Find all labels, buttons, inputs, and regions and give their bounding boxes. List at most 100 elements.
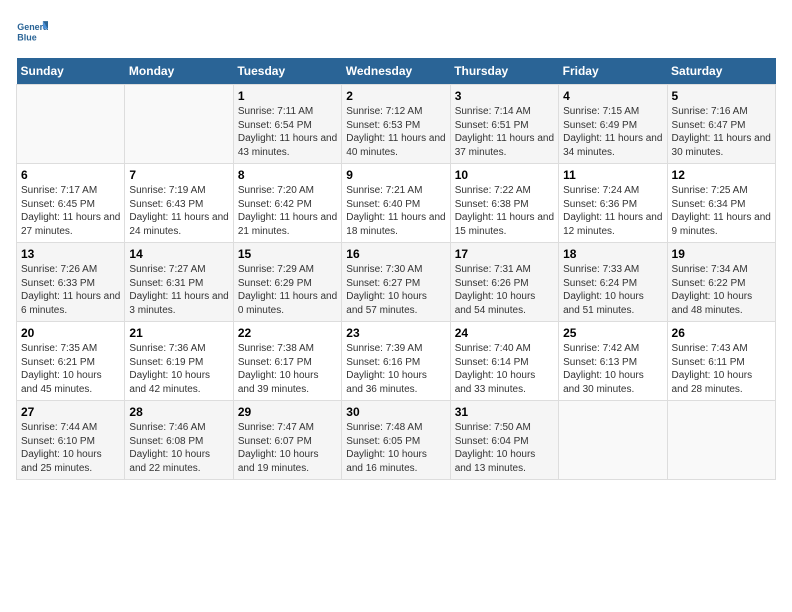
calendar-week-2: 6 Sunrise: 7:17 AMSunset: 6:45 PMDaylight… bbox=[17, 164, 776, 243]
day-number: 25 bbox=[563, 326, 662, 340]
day-number: 27 bbox=[21, 405, 120, 419]
calendar-cell: 6 Sunrise: 7:17 AMSunset: 6:45 PMDaylight… bbox=[17, 164, 125, 243]
day-info: Sunrise: 7:16 AMSunset: 6:47 PMDaylight:… bbox=[672, 105, 771, 159]
calendar-cell: 17 Sunrise: 7:31 AMSunset: 6:26 PMDayligh… bbox=[450, 243, 558, 322]
day-info: Sunrise: 7:44 AMSunset: 6:10 PMDaylight:… bbox=[21, 421, 120, 475]
day-number: 8 bbox=[238, 168, 337, 182]
calendar-cell: 2 Sunrise: 7:12 AMSunset: 6:53 PMDaylight… bbox=[342, 85, 450, 164]
day-number: 10 bbox=[455, 168, 554, 182]
day-number: 23 bbox=[346, 326, 445, 340]
day-number: 24 bbox=[455, 326, 554, 340]
calendar-cell: 5 Sunrise: 7:16 AMSunset: 6:47 PMDaylight… bbox=[667, 85, 775, 164]
calendar-cell bbox=[125, 85, 233, 164]
day-number: 9 bbox=[346, 168, 445, 182]
day-info: Sunrise: 7:31 AMSunset: 6:26 PMDaylight:… bbox=[455, 263, 554, 317]
day-info: Sunrise: 7:24 AMSunset: 6:36 PMDaylight:… bbox=[563, 184, 662, 238]
day-number: 3 bbox=[455, 89, 554, 103]
calendar-cell: 3 Sunrise: 7:14 AMSunset: 6:51 PMDaylight… bbox=[450, 85, 558, 164]
weekday-header-row: SundayMondayTuesdayWednesdayThursdayFrid… bbox=[17, 58, 776, 85]
day-info: Sunrise: 7:36 AMSunset: 6:19 PMDaylight:… bbox=[129, 342, 228, 396]
calendar-header: SundayMondayTuesdayWednesdayThursdayFrid… bbox=[17, 58, 776, 85]
day-number: 20 bbox=[21, 326, 120, 340]
calendar-cell: 19Sunrise: 7:34 AMSunset: 6:22 PMDayligh… bbox=[667, 243, 775, 322]
day-info: Sunrise: 7:22 AMSunset: 6:38 PMDaylight:… bbox=[455, 184, 554, 238]
calendar-cell: 9 Sunrise: 7:21 AMSunset: 6:40 PMDaylight… bbox=[342, 164, 450, 243]
svg-text:Blue: Blue bbox=[17, 32, 36, 42]
day-number: 14 bbox=[129, 247, 228, 261]
calendar-cell: 26 Sunrise: 7:43 AMSunset: 6:11 PMDayligh… bbox=[667, 322, 775, 401]
day-number: 13 bbox=[21, 247, 120, 261]
calendar-cell: 16 Sunrise: 7:30 AMSunset: 6:27 PMDayligh… bbox=[342, 243, 450, 322]
day-info: Sunrise: 7:29 AMSunset: 6:29 PMDaylight:… bbox=[238, 263, 337, 317]
day-number: 6 bbox=[21, 168, 120, 182]
day-info: Sunrise: 7:11 AMSunset: 6:54 PMDaylight:… bbox=[238, 105, 337, 159]
weekday-tuesday: Tuesday bbox=[233, 58, 341, 85]
day-info: Sunrise: 7:35 AMSunset: 6:21 PMDaylight:… bbox=[21, 342, 120, 396]
calendar-cell: 29 Sunrise: 7:47 AMSunset: 6:07 PMDayligh… bbox=[233, 401, 341, 480]
calendar-cell: 30Sunrise: 7:48 AMSunset: 6:05 PMDayligh… bbox=[342, 401, 450, 480]
day-info: Sunrise: 7:12 AMSunset: 6:53 PMDaylight:… bbox=[346, 105, 445, 159]
day-info: Sunrise: 7:46 AMSunset: 6:08 PMDaylight:… bbox=[129, 421, 228, 475]
day-info: Sunrise: 7:14 AMSunset: 6:51 PMDaylight:… bbox=[455, 105, 554, 159]
calendar-cell: 18 Sunrise: 7:33 AMSunset: 6:24 PMDayligh… bbox=[559, 243, 667, 322]
day-info: Sunrise: 7:26 AMSunset: 6:33 PMDaylight:… bbox=[21, 263, 120, 317]
calendar-cell: 25 Sunrise: 7:42 AMSunset: 6:13 PMDayligh… bbox=[559, 322, 667, 401]
weekday-wednesday: Wednesday bbox=[342, 58, 450, 85]
calendar-cell: 31Sunrise: 7:50 AMSunset: 6:04 PMDayligh… bbox=[450, 401, 558, 480]
calendar-cell: 22Sunrise: 7:38 AMSunset: 6:17 PMDayligh… bbox=[233, 322, 341, 401]
calendar-cell: 24 Sunrise: 7:40 AMSunset: 6:14 PMDayligh… bbox=[450, 322, 558, 401]
weekday-thursday: Thursday bbox=[450, 58, 558, 85]
day-number: 16 bbox=[346, 247, 445, 261]
page-header: General Blue bbox=[16, 16, 776, 48]
day-info: Sunrise: 7:40 AMSunset: 6:14 PMDaylight:… bbox=[455, 342, 554, 396]
day-info: Sunrise: 7:39 AMSunset: 6:16 PMDaylight:… bbox=[346, 342, 445, 396]
calendar-week-3: 13 Sunrise: 7:26 AMSunset: 6:33 PMDayligh… bbox=[17, 243, 776, 322]
day-number: 15 bbox=[238, 247, 337, 261]
calendar-cell: 27 Sunrise: 7:44 AMSunset: 6:10 PMDayligh… bbox=[17, 401, 125, 480]
logo: General Blue bbox=[16, 16, 52, 48]
day-number: 4 bbox=[563, 89, 662, 103]
calendar-cell: 23 Sunrise: 7:39 AMSunset: 6:16 PMDayligh… bbox=[342, 322, 450, 401]
calendar-cell: 10 Sunrise: 7:22 AMSunset: 6:38 PMDayligh… bbox=[450, 164, 558, 243]
day-info: Sunrise: 7:34 AMSunset: 6:22 PMDaylight:… bbox=[672, 263, 771, 317]
day-number: 18 bbox=[563, 247, 662, 261]
day-info: Sunrise: 7:21 AMSunset: 6:40 PMDaylight:… bbox=[346, 184, 445, 238]
calendar-cell bbox=[559, 401, 667, 480]
day-number: 22 bbox=[238, 326, 337, 340]
calendar-cell: 8 Sunrise: 7:20 AMSunset: 6:42 PMDaylight… bbox=[233, 164, 341, 243]
day-info: Sunrise: 7:25 AMSunset: 6:34 PMDaylight:… bbox=[672, 184, 771, 238]
calendar-table: SundayMondayTuesdayWednesdayThursdayFrid… bbox=[16, 58, 776, 480]
day-number: 7 bbox=[129, 168, 228, 182]
day-info: Sunrise: 7:33 AMSunset: 6:24 PMDaylight:… bbox=[563, 263, 662, 317]
day-info: Sunrise: 7:47 AMSunset: 6:07 PMDaylight:… bbox=[238, 421, 337, 475]
day-info: Sunrise: 7:42 AMSunset: 6:13 PMDaylight:… bbox=[563, 342, 662, 396]
day-number: 1 bbox=[238, 89, 337, 103]
day-info: Sunrise: 7:43 AMSunset: 6:11 PMDaylight:… bbox=[672, 342, 771, 396]
day-info: Sunrise: 7:17 AMSunset: 6:45 PMDaylight:… bbox=[21, 184, 120, 238]
calendar-cell: 7Sunrise: 7:19 AMSunset: 6:43 PMDaylight… bbox=[125, 164, 233, 243]
calendar-week-4: 20 Sunrise: 7:35 AMSunset: 6:21 PMDayligh… bbox=[17, 322, 776, 401]
day-number: 12 bbox=[672, 168, 771, 182]
calendar-cell: 11 Sunrise: 7:24 AMSunset: 6:36 PMDayligh… bbox=[559, 164, 667, 243]
weekday-monday: Monday bbox=[125, 58, 233, 85]
calendar-cell bbox=[17, 85, 125, 164]
day-number: 28 bbox=[129, 405, 228, 419]
calendar-cell: 1 Sunrise: 7:11 AMSunset: 6:54 PMDaylight… bbox=[233, 85, 341, 164]
day-info: Sunrise: 7:30 AMSunset: 6:27 PMDaylight:… bbox=[346, 263, 445, 317]
calendar-body: 1 Sunrise: 7:11 AMSunset: 6:54 PMDaylight… bbox=[17, 85, 776, 480]
calendar-cell: 14Sunrise: 7:27 AMSunset: 6:31 PMDayligh… bbox=[125, 243, 233, 322]
day-info: Sunrise: 7:15 AMSunset: 6:49 PMDaylight:… bbox=[563, 105, 662, 159]
calendar-cell: 13 Sunrise: 7:26 AMSunset: 6:33 PMDayligh… bbox=[17, 243, 125, 322]
day-number: 11 bbox=[563, 168, 662, 182]
calendar-cell: 15 Sunrise: 7:29 AMSunset: 6:29 PMDayligh… bbox=[233, 243, 341, 322]
weekday-sunday: Sunday bbox=[17, 58, 125, 85]
day-number: 29 bbox=[238, 405, 337, 419]
day-info: Sunrise: 7:48 AMSunset: 6:05 PMDaylight:… bbox=[346, 421, 445, 475]
day-number: 5 bbox=[672, 89, 771, 103]
calendar-cell: 12 Sunrise: 7:25 AMSunset: 6:34 PMDayligh… bbox=[667, 164, 775, 243]
calendar-cell: 20 Sunrise: 7:35 AMSunset: 6:21 PMDayligh… bbox=[17, 322, 125, 401]
day-info: Sunrise: 7:20 AMSunset: 6:42 PMDaylight:… bbox=[238, 184, 337, 238]
day-number: 17 bbox=[455, 247, 554, 261]
day-number: 2 bbox=[346, 89, 445, 103]
day-number: 26 bbox=[672, 326, 771, 340]
